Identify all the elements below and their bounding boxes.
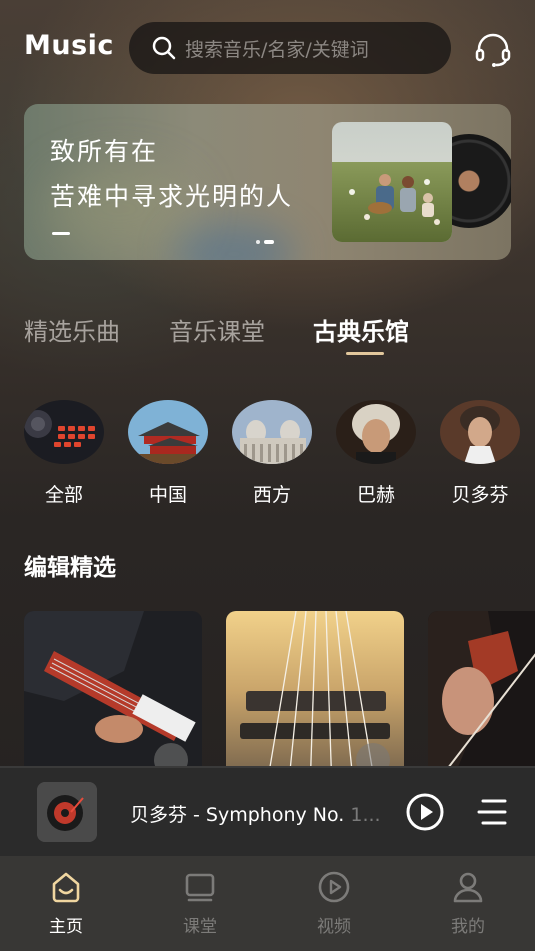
now-playing-title-text: 贝多芬 - Symphony No. bbox=[130, 804, 351, 826]
editor-pick-card[interactable] bbox=[226, 611, 404, 766]
header: Music 搜索音乐/名家/关键词 bbox=[0, 22, 535, 74]
search-placeholder: 搜索音乐/名家/关键词 bbox=[185, 38, 369, 61]
nav-label: 课堂 bbox=[183, 917, 217, 937]
category-list: 全部 中国 西方 巴赫 贝多芬 bbox=[0, 400, 535, 510]
card-image-violin-bow bbox=[428, 611, 535, 766]
tab-featured[interactable]: 精选乐曲 bbox=[24, 312, 120, 347]
bottom-nav: 主页 课堂 视频 我的 bbox=[0, 856, 535, 951]
nav-item-home[interactable]: 主页 bbox=[26, 870, 106, 937]
editor-picks-list bbox=[0, 611, 535, 766]
banner-glow bbox=[174, 224, 294, 260]
playlist-icon[interactable] bbox=[477, 796, 509, 828]
category-thumb-all bbox=[24, 400, 104, 464]
banner-text-line1: 致所有在 bbox=[50, 137, 159, 166]
video-icon bbox=[318, 871, 350, 903]
nav-item-profile[interactable]: 我的 bbox=[428, 870, 508, 937]
home-icon bbox=[52, 872, 80, 903]
nav-item-classroom[interactable]: 课堂 bbox=[160, 870, 240, 937]
carousel-indicator[interactable] bbox=[256, 240, 274, 244]
category-thumb-beethoven bbox=[440, 400, 520, 464]
carousel-dot-active[interactable] bbox=[264, 240, 274, 244]
headset-icon[interactable] bbox=[474, 32, 512, 68]
category-thumb-west bbox=[232, 400, 312, 464]
category-thumb-bach bbox=[336, 400, 416, 464]
category-label: 中国 bbox=[148, 484, 187, 506]
nav-item-video[interactable]: 视频 bbox=[294, 870, 374, 937]
category-label: 贝多芬 bbox=[451, 484, 509, 506]
editor-pick-card[interactable] bbox=[24, 611, 202, 766]
category-thumb-china bbox=[128, 400, 208, 464]
section-title: 编辑精选 bbox=[24, 555, 116, 581]
banner-text-line2: 苦难中寻求光明的人 bbox=[50, 182, 294, 211]
search-bar[interactable]: 搜索音乐/名家/关键词 bbox=[129, 22, 451, 74]
category-item-all[interactable]: 全部 bbox=[24, 400, 104, 507]
now-playing-title-fade: 1... bbox=[350, 804, 381, 826]
banner-album-cover bbox=[332, 122, 452, 242]
carousel-dot[interactable] bbox=[256, 240, 260, 244]
category-tabs: 精选乐曲 音乐课堂 古典乐馆 bbox=[24, 312, 514, 362]
editor-pick-card[interactable] bbox=[428, 611, 535, 766]
nav-label: 视频 bbox=[317, 917, 351, 937]
tab-music-class[interactable]: 音乐课堂 bbox=[169, 312, 265, 347]
hero-banner[interactable]: 致所有在 苦难中寻求光明的人 bbox=[24, 104, 511, 260]
category-label: 巴赫 bbox=[356, 484, 395, 506]
tab-classical-hall[interactable]: 古典乐馆 bbox=[313, 312, 409, 347]
play-icon[interactable] bbox=[405, 792, 445, 832]
now-playing-cover[interactable] bbox=[37, 782, 97, 842]
nav-label: 我的 bbox=[451, 917, 485, 937]
category-item-bach[interactable]: 巴赫 bbox=[336, 400, 416, 507]
mini-player[interactable]: 贝多芬 - Symphony No. 1... bbox=[0, 766, 535, 856]
category-label: 西方 bbox=[252, 484, 291, 506]
app-logo: Music bbox=[24, 30, 114, 61]
banner-dash bbox=[52, 232, 70, 235]
category-item-beethoven[interactable]: 贝多芬 bbox=[440, 400, 520, 507]
nav-label: 主页 bbox=[49, 917, 83, 937]
classroom-icon bbox=[185, 873, 215, 902]
active-tab-indicator bbox=[346, 352, 384, 355]
now-playing-title: 贝多芬 - Symphony No. 1... bbox=[130, 800, 381, 827]
search-icon bbox=[152, 36, 176, 60]
category-item-china[interactable]: 中国 bbox=[128, 400, 208, 507]
profile-icon bbox=[453, 872, 483, 903]
category-item-west[interactable]: 西方 bbox=[232, 400, 312, 507]
category-label: 全部 bbox=[44, 484, 83, 506]
